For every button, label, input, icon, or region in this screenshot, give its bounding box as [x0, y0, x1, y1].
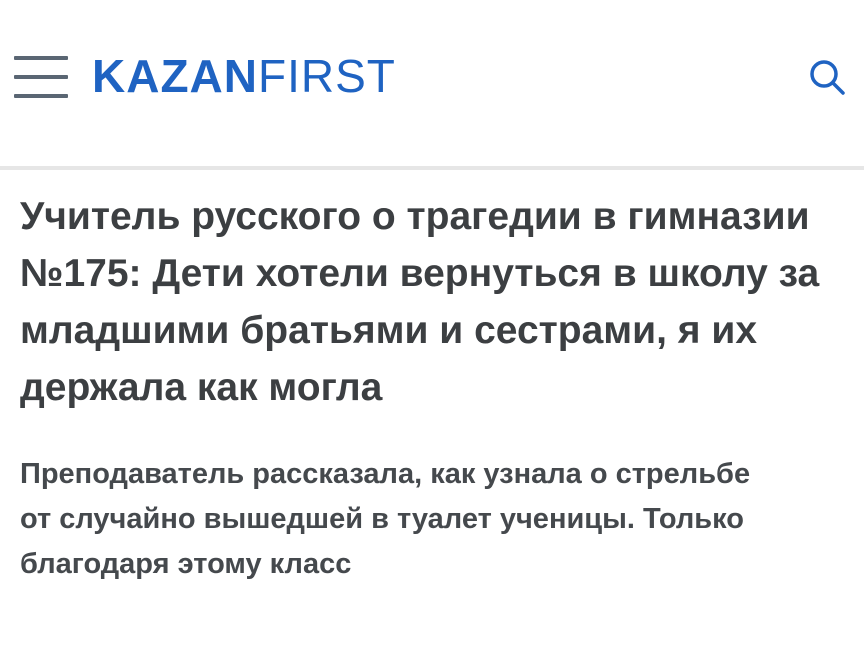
logo-text-light: FIRST [257, 50, 396, 102]
article-lead: Преподаватель рассказала, как узнала о с… [20, 458, 751, 580]
hamburger-menu-icon-bar [14, 94, 68, 98]
logo-text-bold: KAZAN [92, 50, 258, 102]
hamburger-menu-icon-bar [14, 75, 68, 79]
article: Учитель русского о трагедии в гимназии №… [0, 188, 864, 587]
hamburger-menu-icon [14, 56, 68, 60]
hamburger-menu-button[interactable] [14, 52, 68, 102]
search-icon [810, 60, 845, 95]
site-header: KAZANFIRST [0, 0, 864, 166]
header-divider [0, 166, 864, 170]
search-button[interactable] [806, 56, 848, 98]
article-headline[interactable]: Учитель русского о трагедии в гимназии №… [20, 188, 820, 416]
site-logo[interactable]: KAZANFIRST [92, 52, 396, 100]
